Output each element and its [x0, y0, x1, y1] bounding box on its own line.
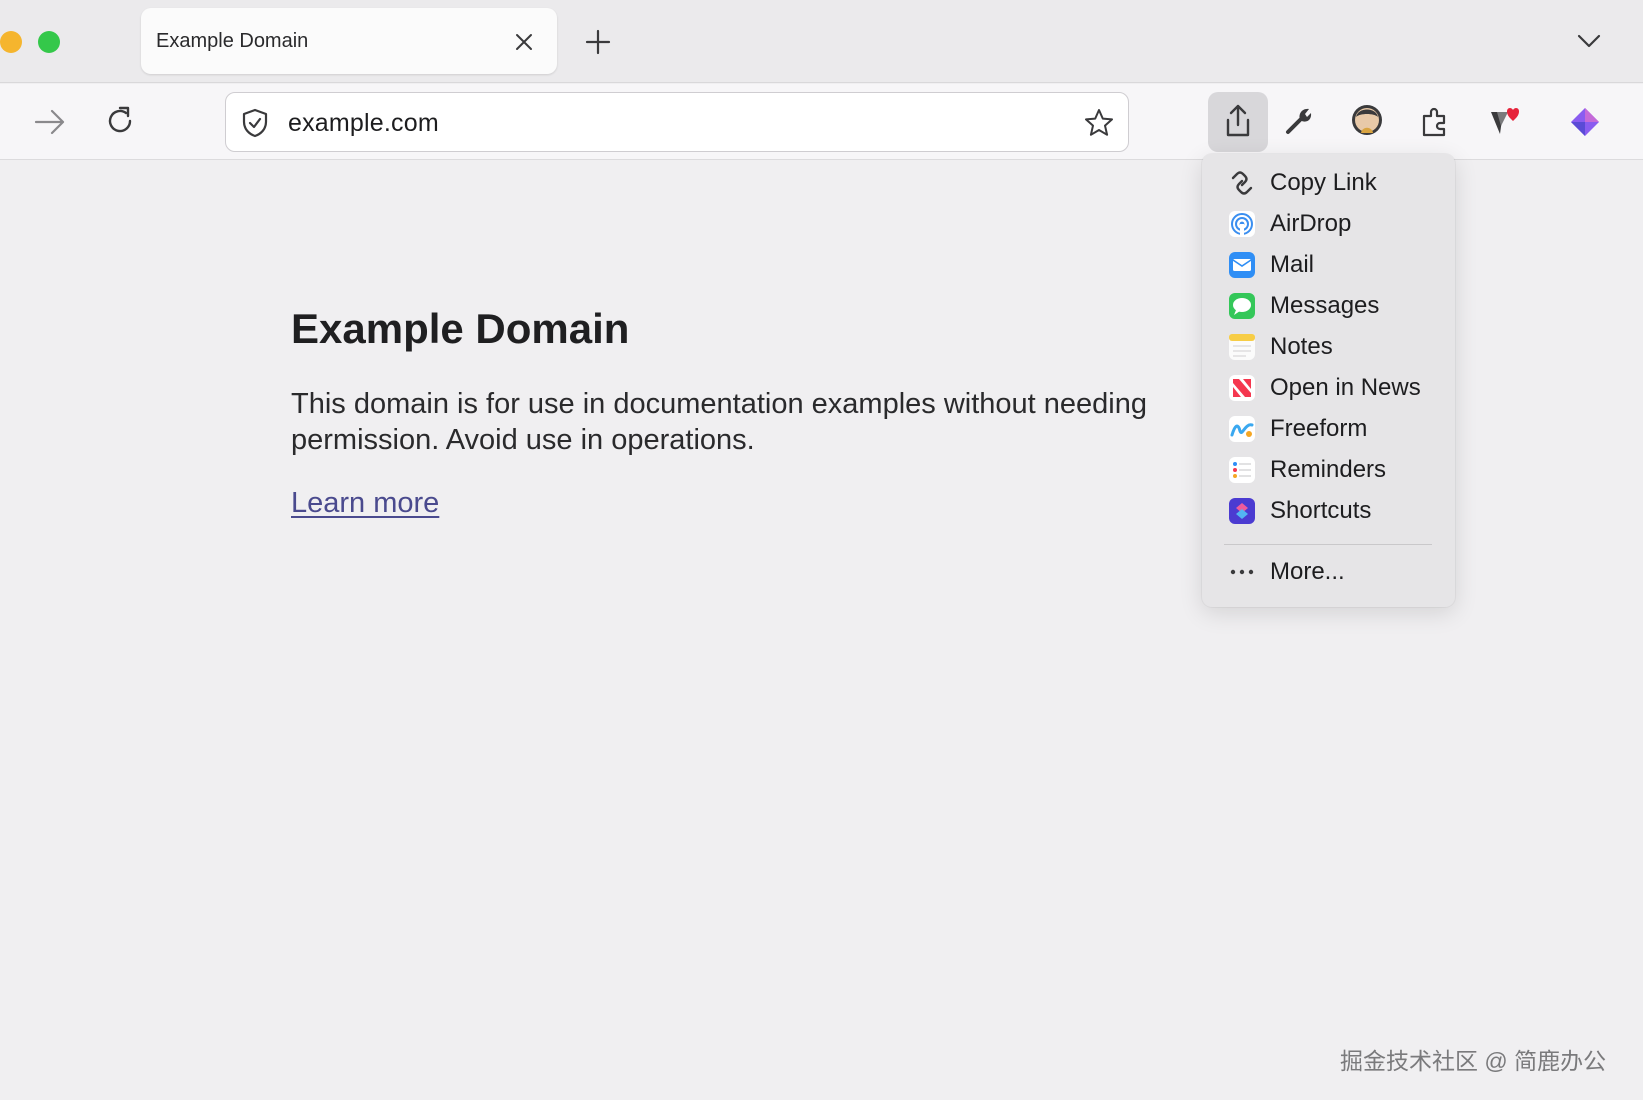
- shield-icon[interactable]: [240, 108, 270, 138]
- zoom-button[interactable]: [38, 31, 60, 53]
- chevron-down-icon[interactable]: [1576, 30, 1602, 52]
- star-icon[interactable]: [1083, 107, 1115, 139]
- browser-window: Example Domain example.com Example Domai…: [0, 0, 1643, 1100]
- share-item-more-label: More...: [1270, 558, 1345, 585]
- news-icon: [1229, 375, 1255, 401]
- tab-example-domain[interactable]: Example Domain: [141, 8, 557, 74]
- share-item-label: AirDrop: [1270, 210, 1352, 237]
- share-item-messages[interactable]: Messages: [1202, 286, 1455, 326]
- share-item-mail[interactable]: Mail: [1202, 245, 1455, 285]
- share-item-more[interactable]: More...: [1202, 552, 1455, 592]
- wrench-icon[interactable]: [1282, 104, 1316, 138]
- puzzle-extension-icon[interactable]: [1418, 103, 1452, 139]
- share-item-reminders[interactable]: Reminders: [1202, 450, 1455, 490]
- shortcuts-icon: [1229, 498, 1255, 524]
- reload-icon[interactable]: [103, 104, 137, 138]
- minimize-button[interactable]: [0, 31, 22, 53]
- share-item-freeform[interactable]: Freeform: [1202, 409, 1455, 449]
- avatar-extension-icon[interactable]: [1350, 103, 1384, 137]
- heart-extension-icon[interactable]: [1488, 104, 1524, 138]
- ellipsis-icon: [1230, 569, 1254, 575]
- share-item-label: Mail: [1270, 251, 1315, 278]
- airdrop-icon: [1229, 211, 1255, 237]
- share-item-airdrop[interactable]: AirDrop: [1202, 204, 1455, 244]
- messages-icon: [1229, 293, 1255, 319]
- menu-divider: [1224, 544, 1432, 545]
- share-item-shortcuts[interactable]: Shortcuts: [1202, 491, 1455, 531]
- gem-extension-icon[interactable]: [1569, 106, 1601, 138]
- address-text[interactable]: example.com: [288, 109, 439, 138]
- notes-icon: [1229, 334, 1255, 360]
- reminders-icon: [1229, 457, 1255, 483]
- close-icon[interactable]: [513, 31, 535, 53]
- mail-icon: [1229, 252, 1255, 278]
- share-menu: Copy Link AirDrop Mail Messages Notes Op…: [1202, 154, 1455, 607]
- share-icon: [1226, 104, 1250, 137]
- share-item-label: Notes: [1270, 333, 1333, 360]
- freeform-icon: [1229, 416, 1255, 442]
- page-heading: Example Domain: [291, 305, 630, 352]
- share-item-label: Copy Link: [1270, 169, 1377, 196]
- tab-strip: Example Domain: [0, 0, 1643, 83]
- share-item-label: Open in News: [1270, 374, 1421, 401]
- share-item-label: Messages: [1270, 292, 1380, 319]
- share-item-copy-link[interactable]: Copy Link: [1202, 163, 1455, 203]
- share-item-label: Freeform: [1270, 415, 1368, 442]
- share-item-news[interactable]: Open in News: [1202, 368, 1455, 408]
- page-paragraph: This domain is for use in documentation …: [291, 388, 1147, 456]
- learn-more-link[interactable]: Learn more: [291, 487, 439, 520]
- share-button[interactable]: [1208, 92, 1268, 152]
- link-icon: [1231, 171, 1253, 195]
- forward-arrow-icon[interactable]: [33, 106, 67, 138]
- watermark: 掘金技术社区 @ 简鹿办公: [1340, 1048, 1607, 1074]
- share-item-label: Shortcuts: [1270, 497, 1372, 524]
- tab-title: Example Domain: [156, 30, 309, 52]
- address-bar[interactable]: example.com: [225, 92, 1129, 152]
- share-item-notes[interactable]: Notes: [1202, 327, 1455, 367]
- toolbar: example.com: [0, 84, 1643, 160]
- new-tab-icon[interactable]: [585, 29, 611, 55]
- share-item-label: Reminders: [1270, 456, 1387, 483]
